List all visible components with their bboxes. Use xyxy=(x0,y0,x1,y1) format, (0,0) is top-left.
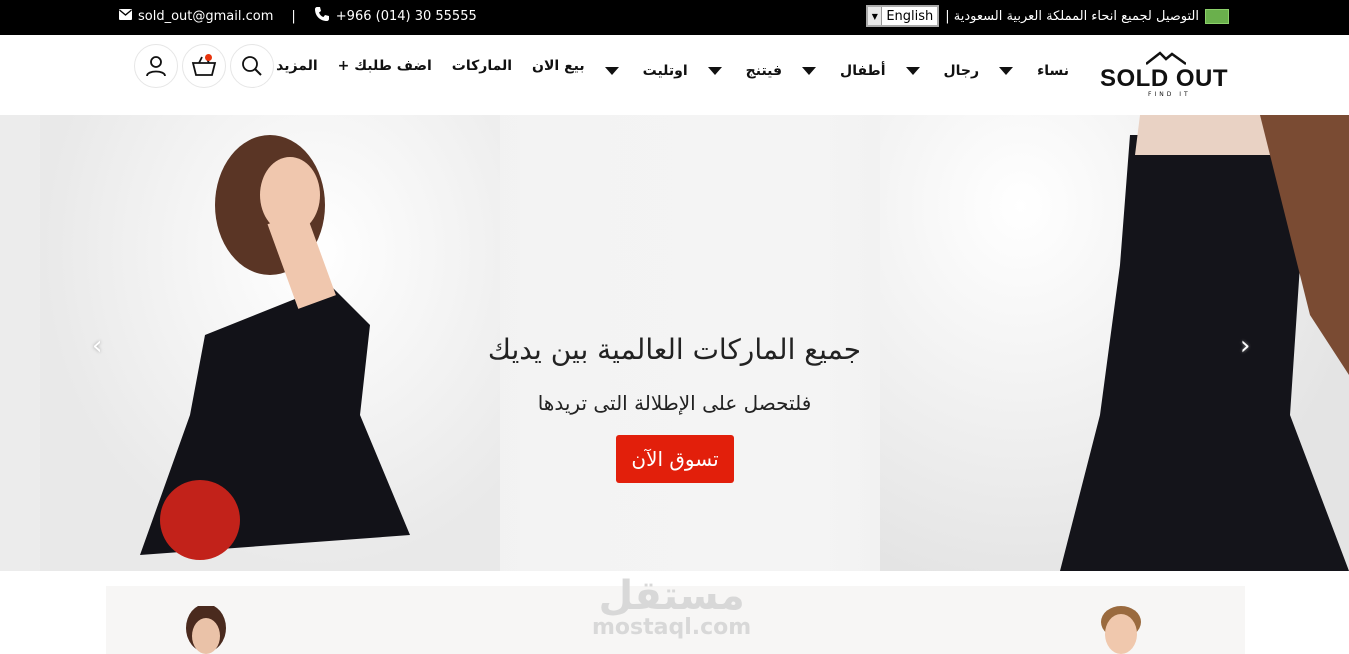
men-category-image xyxy=(1101,606,1141,654)
phone-icon xyxy=(314,6,330,26)
shipping-note: التوصيل لجميع انحاء المملكة العربية السع… xyxy=(945,8,1199,24)
nav-item-women[interactable]: نساء xyxy=(989,63,1079,79)
caret-down-icon xyxy=(802,67,817,75)
header-actions xyxy=(134,44,274,88)
caret-down-icon xyxy=(604,67,619,75)
chevron-down-icon: ▼ xyxy=(868,7,883,25)
women-category-image xyxy=(186,606,226,654)
caret-down-icon xyxy=(905,67,920,75)
logo-tagline: FIND IT xyxy=(1148,91,1191,98)
categories-section: مستقل mostaql.com xyxy=(0,571,1349,654)
nav-item-outlet[interactable]: اوتليت xyxy=(595,63,698,79)
watermark: مستقل mostaql.com xyxy=(592,573,752,640)
logo-text: SOLD OUT xyxy=(1100,65,1228,92)
language-select[interactable]: ▼ English xyxy=(866,5,940,27)
nav-item-vintage[interactable]: فيتنج xyxy=(698,63,792,79)
account-button[interactable] xyxy=(134,44,178,88)
saudi-flag-icon xyxy=(1205,8,1229,24)
mountain-icon xyxy=(1146,51,1186,65)
cart-icon xyxy=(191,56,217,76)
email-link[interactable]: sold_out@gmail.com xyxy=(138,9,273,24)
nav-item-sell-now[interactable]: بيع الان xyxy=(522,58,595,74)
nav-item-brands[interactable]: الماركات xyxy=(442,58,522,74)
user-icon xyxy=(146,56,166,77)
cart-badge xyxy=(205,54,212,61)
search-icon xyxy=(242,56,262,76)
top-bar: sold_out@gmail.com | +966 (014) 30 55555… xyxy=(0,0,1349,35)
logo[interactable]: SOLD OUT FIND IT xyxy=(1100,51,1228,99)
caret-down-icon xyxy=(999,67,1014,75)
main-menu: نساء رجال أطفال فيتنج اوتليت بيع الان ال… xyxy=(266,58,1079,79)
nav-item-more[interactable]: المزيد xyxy=(266,58,328,74)
nav-item-men[interactable]: رجال xyxy=(896,63,990,79)
envelope-icon xyxy=(119,8,132,24)
nav-item-kids[interactable]: أطفال xyxy=(792,63,895,79)
shipping-bar: التوصيل لجميع انحاء المملكة العربية السع… xyxy=(866,5,1229,27)
hero-subtitle: فلتحصل على الإطلالة التى تريدها xyxy=(537,391,812,415)
cart-button[interactable] xyxy=(182,44,226,88)
hero-title: جميع الماركات العالمية بين يديك xyxy=(487,333,862,366)
hero-slider: ‹ › جميع الماركات العالمية بين يديك فلتح… xyxy=(0,115,1349,571)
contact-info: sold_out@gmail.com | +966 (014) 30 55555 xyxy=(119,6,477,26)
caret-down-icon xyxy=(707,67,722,75)
search-button[interactable] xyxy=(230,44,274,88)
divider: | xyxy=(291,8,296,24)
main-navbar: SOLD OUT FIND IT نساء رجال أطفال فيتنج ا… xyxy=(0,35,1349,115)
phone-link[interactable]: +966 (014) 30 55555 xyxy=(336,9,477,24)
shop-now-button[interactable]: تسوق الآن xyxy=(616,435,734,483)
nav-item-add-request[interactable]: اضف طلبك + xyxy=(328,58,442,74)
